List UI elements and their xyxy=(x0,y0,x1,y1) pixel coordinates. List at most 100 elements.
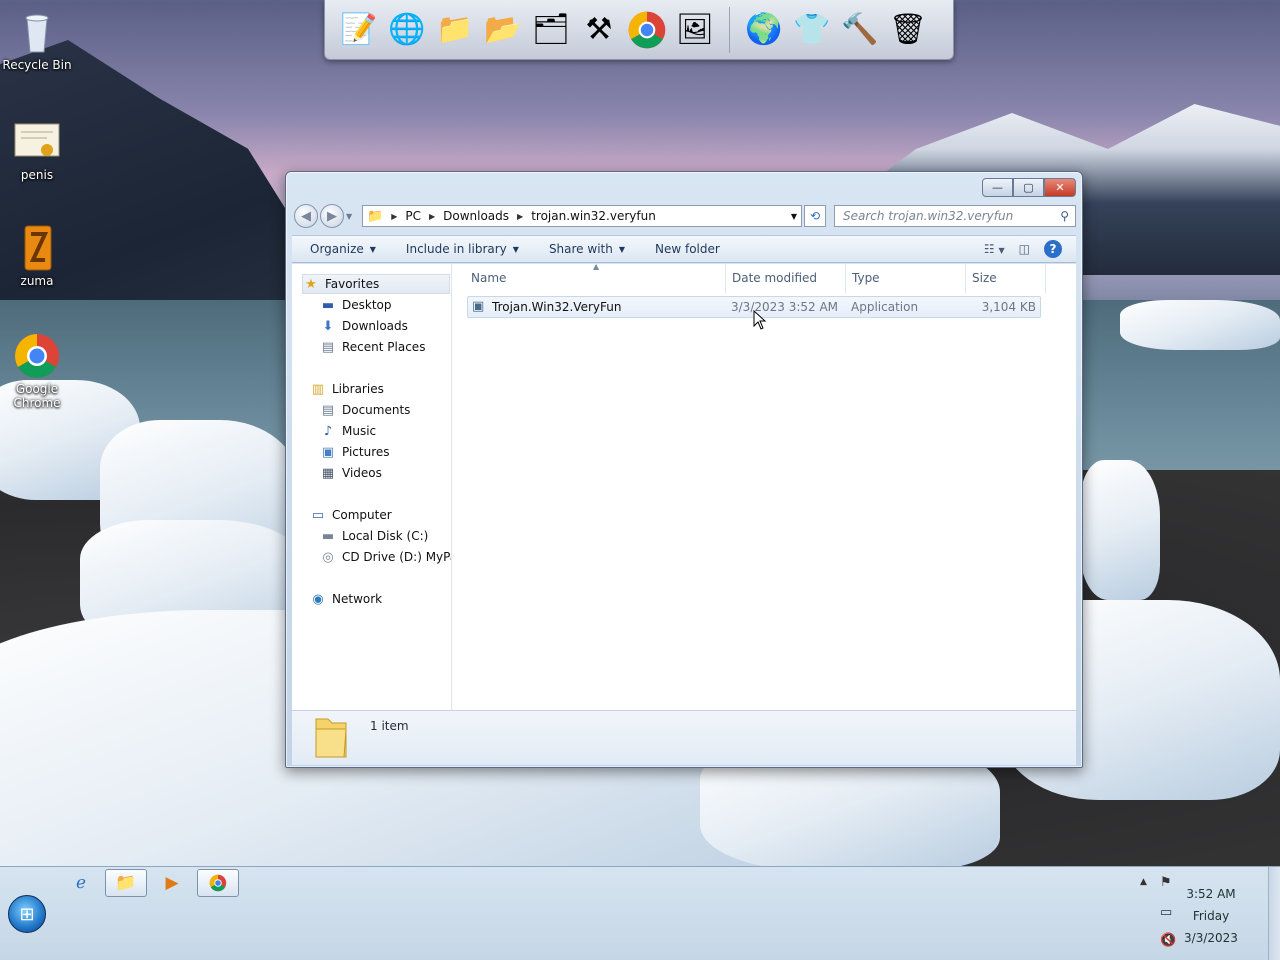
folder-pictures-icon[interactable]: 🗂 xyxy=(529,6,573,54)
recent-places-icon: ▤ xyxy=(321,339,335,355)
minimize-button[interactable]: — xyxy=(982,178,1013,197)
media-player-icon[interactable]: ▶ xyxy=(151,869,193,897)
tshirt-icon[interactable]: 👕 xyxy=(790,6,834,54)
folder-icon: 📁 xyxy=(115,873,137,893)
back-button[interactable]: ◀ xyxy=(294,204,318,228)
nav-cd-drive[interactable]: ◎CD Drive (D:) MyPalt xyxy=(320,547,451,567)
close-button[interactable]: ✕ xyxy=(1044,178,1076,197)
command-toolbar: Organize ▼ Include in library ▼ Share with… xyxy=(292,235,1076,263)
folder-icon[interactable]: 📁 xyxy=(433,6,477,54)
recent-pages-dropdown[interactable]: ▼ xyxy=(346,212,356,221)
documents-icon: ▤ xyxy=(321,402,335,418)
chevron-down-icon: ▼ xyxy=(369,244,376,254)
nav-recent-places[interactable]: ▤ Recent Places xyxy=(320,337,426,357)
chrome-icon[interactable] xyxy=(625,6,669,54)
clock-date: 3/3/2023 xyxy=(1184,931,1238,945)
clock[interactable]: 3:52 AM Friday 3/3/2023 xyxy=(1176,883,1246,949)
system-tray: ▲ ⚑ ▭ 🔇 3:52 AM Friday 3/3/2023 xyxy=(1140,867,1280,960)
nav-documents[interactable]: ▤ Documents xyxy=(320,400,411,420)
computer-icon: ▭ xyxy=(311,507,325,523)
show-desktop-button[interactable] xyxy=(1268,867,1280,960)
column-headers: Name ▲ Date modified Type Size xyxy=(453,262,1076,294)
dock-separator xyxy=(729,6,730,53)
nav-downloads[interactable]: ⬇ Downloads xyxy=(320,316,408,336)
caption-buttons: — ▢ ✕ xyxy=(982,178,1076,197)
chevron-down-icon: ▼ xyxy=(618,244,625,254)
dock-bar: 📝 🌐 📁 📂 🗂 ⚒ 🖼 🌍 👕 🔨 🗑 xyxy=(324,0,954,60)
volume-muted-icon[interactable]: 🔇 xyxy=(1160,933,1176,948)
maximize-button[interactable]: ▢ xyxy=(1013,178,1044,197)
notepad-icon[interactable]: 📝 xyxy=(337,6,381,54)
nav-favorites[interactable]: ★ Favorites xyxy=(302,274,450,294)
view-options-icon[interactable]: ☷ ▼ xyxy=(984,242,1005,256)
column-type[interactable]: Type xyxy=(852,271,880,285)
desktop-icon-google-chrome[interactable]: Google Chrome xyxy=(0,332,74,410)
organize-button[interactable]: Organize ▼ xyxy=(310,242,376,256)
hammer-wrench-icon[interactable]: 🔨 xyxy=(838,6,882,54)
include-in-library-button[interactable]: Include in library ▼ xyxy=(406,242,519,256)
nav-videos[interactable]: ▦ Videos xyxy=(320,463,382,483)
chevron-down-icon: ▼ xyxy=(512,244,519,254)
downloads-icon: ⬇ xyxy=(322,318,334,334)
internet-globe-icon[interactable]: 🌍 xyxy=(742,6,786,54)
folder-icon xyxy=(310,717,350,762)
recycle-bin-icon[interactable]: 🗑 xyxy=(886,6,930,54)
desktop-icon-zuma[interactable]: zuma xyxy=(0,224,74,288)
nav-network[interactable]: ◉ Network xyxy=(310,589,382,609)
nav-music[interactable]: ♪ Music xyxy=(320,421,376,441)
preview-pane-icon[interactable]: ◫ xyxy=(1019,242,1030,256)
folder-music-icon[interactable]: 📂 xyxy=(481,6,525,54)
column-size[interactable]: Size xyxy=(972,271,997,285)
new-folder-button[interactable]: New folder xyxy=(655,242,720,256)
refresh-button[interactable]: ⟲ xyxy=(804,205,826,227)
nav-libraries[interactable]: ▥ Libraries xyxy=(310,379,384,399)
search-placeholder: Search trojan.win32.veryfun xyxy=(843,209,1014,223)
nav-desktop[interactable]: ▬ Desktop xyxy=(320,295,392,315)
taskbar-explorer-button[interactable]: 📁 xyxy=(105,869,147,897)
breadcrumb-downloads[interactable]: Downloads xyxy=(443,209,509,223)
breadcrumb-current-folder[interactable]: trojan.win32.veryfun xyxy=(531,209,656,223)
application-icon: ▣ xyxy=(472,299,485,314)
start-button[interactable]: ⊞ xyxy=(8,895,46,933)
pictures-icon: ▣ xyxy=(321,444,335,460)
nav-computer[interactable]: ▭ Computer xyxy=(310,505,392,525)
column-date-modified[interactable]: Date modified xyxy=(732,271,817,285)
forward-button[interactable]: ▶ xyxy=(320,204,344,228)
show-hidden-icons-button[interactable]: ▲ xyxy=(1140,877,1147,887)
network-icon[interactable]: ▭ xyxy=(1160,905,1172,920)
taskbar-chrome-button[interactable] xyxy=(197,869,239,897)
chevron-down-icon[interactable]: ▼ xyxy=(791,212,797,221)
presentation-icon[interactable]: 🖼 xyxy=(673,6,717,54)
chrome-icon xyxy=(13,332,61,380)
search-input[interactable]: Search trojan.win32.veryfun ⚲ xyxy=(834,205,1076,227)
certificate-icon xyxy=(13,118,61,166)
hard-disk-icon: ▬ xyxy=(321,528,335,544)
nav-local-disk[interactable]: ▬ Local Disk (C:) xyxy=(320,526,428,546)
star-icon: ★ xyxy=(305,276,317,292)
tools-icon[interactable]: ⚒ xyxy=(577,6,621,54)
details-pane: 1 item xyxy=(292,710,1076,765)
column-name[interactable]: Name xyxy=(471,271,506,285)
file-size: 3,104 KB xyxy=(981,300,1036,314)
share-with-button[interactable]: Share with ▼ xyxy=(549,242,625,256)
clock-day: Friday xyxy=(1192,909,1230,923)
nav-pictures[interactable]: ▣ Pictures xyxy=(320,442,390,462)
action-center-flag-icon[interactable]: ⚑ xyxy=(1160,875,1172,890)
globe-network-icon[interactable]: 🌐 xyxy=(385,6,429,54)
internet-explorer-icon[interactable]: ℯ xyxy=(60,869,102,897)
address-bar[interactable]: 📁 ▶ PC ▶ Downloads ▶ trojan.win32.veryfu… xyxy=(362,205,802,227)
taskbar: ⊞ ℯ 📁 ▶ ▲ ⚑ ▭ 🔇 3:52 AM Friday 3/3/2023 xyxy=(0,866,1280,960)
chevron-right-icon: ▶ xyxy=(428,211,436,221)
network-icon: ◉ xyxy=(312,591,324,607)
help-icon[interactable]: ? xyxy=(1044,240,1062,258)
search-icon: ⚲ xyxy=(1060,209,1069,223)
chrome-icon xyxy=(209,874,227,892)
file-type: Application xyxy=(851,300,919,314)
breadcrumb-pc[interactable]: PC xyxy=(405,209,421,223)
libraries-icon: ▥ xyxy=(311,381,325,397)
desktop-icon-recycle-bin[interactable]: Recycle Bin xyxy=(0,8,74,72)
desktop-icon-penis[interactable]: penis xyxy=(0,118,74,182)
desktop-icon: ▬ xyxy=(321,297,335,313)
file-list: Name ▲ Date modified Type Size ▣ Trojan.… xyxy=(453,262,1076,710)
chevron-right-icon: ▶ xyxy=(391,211,398,221)
